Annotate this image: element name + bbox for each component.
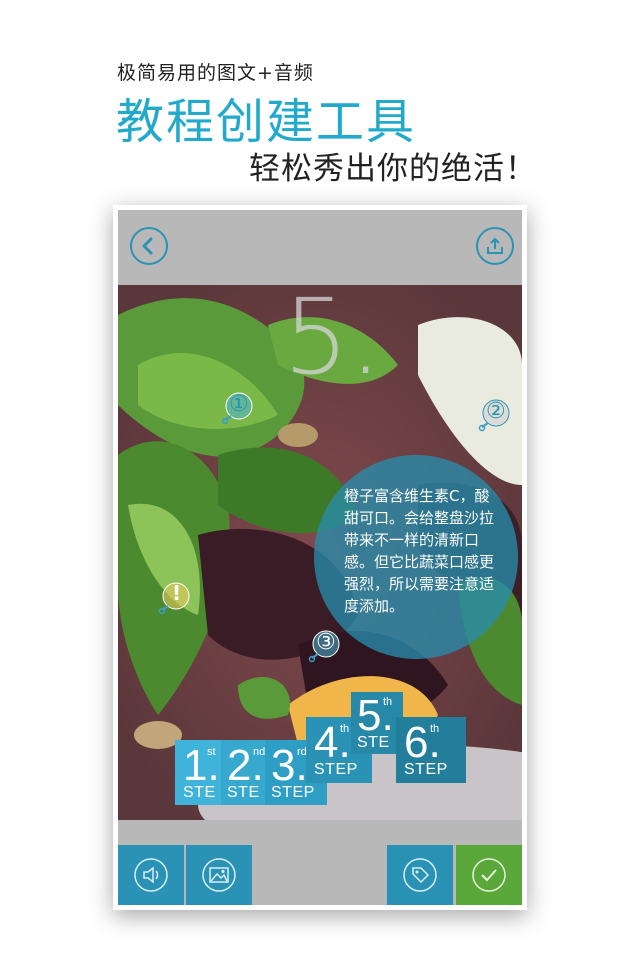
step-tile-2[interactable]: 2. nd STE <box>221 740 269 805</box>
share-icon <box>487 237 503 254</box>
step-3-label: STEP <box>271 784 315 801</box>
headline-small: 极简易用的图文+音频 <box>117 62 314 84</box>
step-6-label: STEP <box>404 761 448 778</box>
info-bubble[interactable]: 橙子富含维生素C，酸甜可口。会给整盘沙拉带来不一样的清新口感。但它比蔬菜口感更强… <box>314 455 518 659</box>
share-button[interactable] <box>476 227 514 265</box>
current-step-number: 5. <box>283 285 383 398</box>
marker-warning[interactable]: ! <box>158 580 192 624</box>
image-icon <box>202 858 236 892</box>
tag-icon <box>403 858 437 892</box>
marker-2[interactable]: ② <box>478 397 512 441</box>
step-5-suffix: th <box>383 696 393 708</box>
step-4-suffix: th <box>340 723 350 735</box>
speaker-icon <box>134 858 168 892</box>
audio-button[interactable] <box>118 845 184 905</box>
check-icon <box>472 858 506 892</box>
app-screen: 5. ① ② ! ③ 橙子富含维生素C，酸甜可口。会给整盘沙拉带来不一样的清新口… <box>118 210 522 905</box>
back-button[interactable] <box>130 227 168 265</box>
step-2-suffix: nd <box>253 746 266 758</box>
marker-warning-label: ! <box>172 581 182 605</box>
headline-tagline: 轻松秀出你的绝活！ <box>249 151 537 187</box>
headline-title: 教程创建工具 <box>116 94 417 150</box>
confirm-button[interactable] <box>456 845 522 905</box>
step-6-suffix: th <box>430 723 440 735</box>
marker-3-label: ③ <box>316 630 336 655</box>
marker-1-label: ① <box>229 392 249 417</box>
step-tile-1[interactable]: 1. st STE <box>175 740 225 805</box>
tag-button[interactable] <box>387 845 453 905</box>
step-tile-6[interactable]: 6. th STEP <box>396 717 466 783</box>
marker-3[interactable]: ③ <box>308 628 342 672</box>
chevron-left-icon <box>142 237 153 255</box>
top-bar <box>118 210 522 285</box>
info-text: 橙子富含维生素C，酸甜可口。会给整盘沙拉带来不一样的清新口感。但它比蔬菜口感更强… <box>344 487 495 615</box>
step-2-label: STE <box>227 784 260 801</box>
step-4-label: STEP <box>314 761 358 778</box>
image-button[interactable] <box>186 845 252 905</box>
step-5-label: STE <box>357 734 390 751</box>
marker-1[interactable]: ① <box>221 390 255 434</box>
tutorial-photo[interactable]: 5. ① ② ! ③ 橙子富含维生素C，酸甜可口。会给整盘沙拉带来不一样的清新口… <box>118 285 522 820</box>
bottom-toolbar <box>118 820 522 905</box>
step-1-suffix: st <box>207 746 216 758</box>
marker-2-label: ② <box>486 399 506 424</box>
step-1-label: STE <box>183 784 216 801</box>
phone-frame: 5. ① ② ! ③ 橙子富含维生素C，酸甜可口。会给整盘沙拉带来不一样的清新口… <box>113 205 527 910</box>
